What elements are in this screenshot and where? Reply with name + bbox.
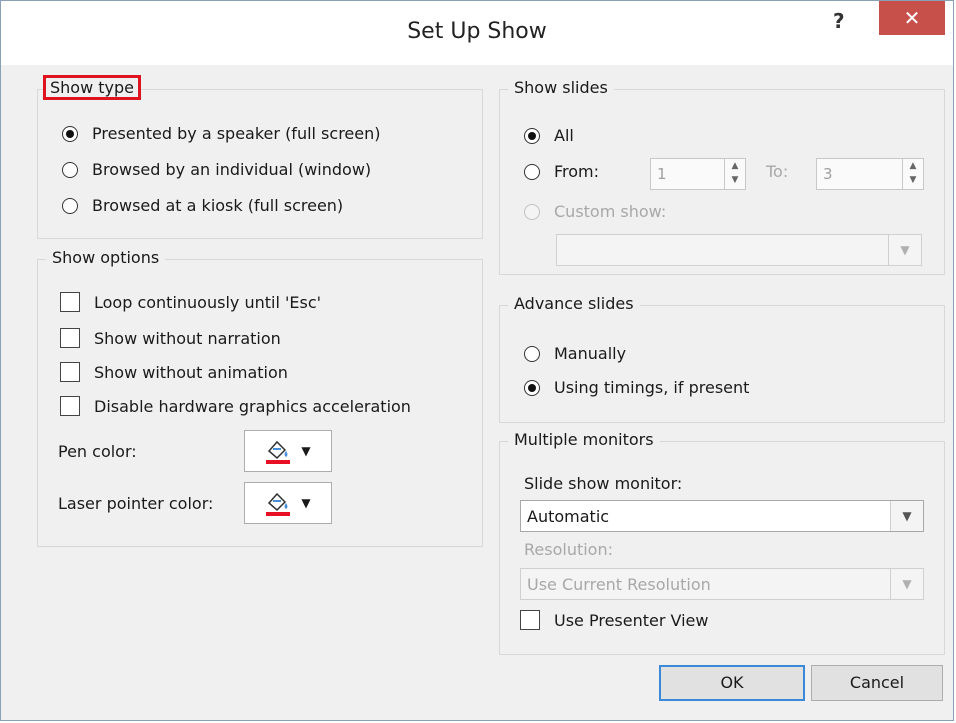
radio-label: From: [554, 162, 600, 181]
radio-manually[interactable]: Manually [524, 344, 626, 363]
radio-custom-show[interactable]: Custom show: [524, 202, 666, 221]
spinner-arrows[interactable]: ▲ ▼ [724, 159, 745, 189]
laser-color-button[interactable]: ▼ [244, 482, 332, 524]
checkbox-label: Use Presenter View [554, 610, 709, 630]
radio-indicator[interactable] [524, 127, 540, 144]
checkbox-presenter-view[interactable]: Use Presenter View [520, 610, 708, 630]
checkbox-without-animation[interactable]: Show without animation [60, 362, 288, 382]
show-options-legend: Show options [46, 248, 166, 267]
radio-indicator[interactable] [524, 163, 540, 180]
checkbox-box[interactable] [60, 292, 80, 312]
to-label: To: [766, 162, 789, 181]
cancel-button[interactable]: Cancel [811, 665, 943, 701]
radio-indicator[interactable] [524, 345, 540, 362]
dialog-title: Set Up Show [407, 19, 547, 44]
show-options-group: Show options Loop continuously until 'Es… [37, 248, 483, 547]
radio-presented-by-speaker[interactable]: Presented by a speaker (full screen) [62, 124, 380, 143]
slide-show-monitor-select[interactable]: Automatic ▼ [520, 500, 924, 532]
show-type-group: Show type Presented by a speaker (full s… [37, 75, 483, 239]
checkbox-disable-hw-acceleration[interactable]: Disable hardware graphics acceleration [60, 396, 411, 416]
radio-label: Manually [554, 344, 627, 363]
radio-indicator[interactable] [524, 379, 540, 396]
resolution-select[interactable]: Use Current Resolution ▼ [520, 568, 924, 600]
custom-show-select[interactable]: ▼ [556, 234, 922, 266]
radio-using-timings[interactable]: Using timings, if present [524, 378, 749, 397]
show-slides-legend: Show slides [508, 78, 614, 97]
checkbox-label: Show without narration [94, 328, 281, 348]
paint-bucket-icon [266, 440, 291, 464]
advance-slides-group: Advance slides Manually Using timings, i… [499, 294, 945, 423]
checkbox-loop-continuously[interactable]: Loop continuously until 'Esc' [60, 292, 321, 312]
pen-color-swatch [266, 460, 291, 464]
checkbox-label: Disable hardware graphics acceleration [94, 396, 411, 416]
radio-label: Using timings, if present [554, 378, 750, 397]
radio-all-slides[interactable]: All [524, 126, 574, 145]
title-bar: Set Up Show ? ✕ [1, 1, 953, 65]
chevron-down-icon: ▼ [890, 569, 923, 599]
to-value: 3 [823, 165, 833, 183]
radio-browsed-at-kiosk[interactable]: Browsed at a kiosk (full screen) [62, 196, 343, 215]
radio-indicator[interactable] [524, 203, 540, 220]
checkbox-without-narration[interactable]: Show without narration [60, 328, 281, 348]
show-type-legend: Show type [43, 75, 141, 100]
show-slides-group: Show slides All From: 1 ▲ ▼ To: 3 ▲ ▼ Cust… [499, 78, 945, 275]
paint-bucket-icon [266, 492, 291, 516]
radio-label: Custom show: [554, 202, 667, 221]
checkbox-label: Loop continuously until 'Esc' [94, 292, 322, 312]
from-value: 1 [657, 165, 667, 183]
slide-show-monitor-label: Slide show monitor: [524, 474, 683, 493]
radio-indicator[interactable] [62, 125, 78, 142]
radio-label: Presented by a speaker (full screen) [92, 124, 381, 143]
checkbox-box[interactable] [60, 396, 80, 416]
help-button[interactable]: ? [833, 9, 845, 33]
radio-from-slides[interactable]: From: [524, 162, 599, 181]
multiple-monitors-legend: Multiple monitors [508, 430, 660, 449]
radio-label: Browsed at a kiosk (full screen) [92, 196, 344, 215]
checkbox-box[interactable] [60, 362, 80, 382]
radio-indicator[interactable] [62, 161, 78, 178]
chevron-down-icon: ▼ [888, 235, 921, 265]
chevron-down-icon: ▼ [301, 444, 311, 458]
advance-slides-legend: Advance slides [508, 294, 640, 313]
monitor-value: Automatic [527, 507, 610, 526]
pen-color-button[interactable]: ▼ [244, 430, 332, 472]
resolution-label: Resolution: [524, 540, 613, 559]
from-spinner[interactable]: 1 ▲ ▼ [650, 158, 746, 190]
pen-color-label: Pen color: [58, 442, 137, 461]
resolution-value: Use Current Resolution [527, 575, 711, 594]
spinner-arrows[interactable]: ▲ ▼ [902, 159, 923, 189]
checkbox-box[interactable] [520, 610, 540, 630]
set-up-show-dialog: Set Up Show ? ✕ Show type Presented by a… [0, 0, 954, 721]
radio-label: Browsed by an individual (window) [92, 160, 372, 179]
checkbox-label: Show without animation [94, 362, 288, 382]
laser-color-swatch [266, 512, 291, 516]
to-spinner[interactable]: 3 ▲ ▼ [816, 158, 924, 190]
ok-button[interactable]: OK [659, 665, 805, 701]
close-button[interactable]: ✕ [879, 1, 945, 35]
radio-browsed-by-individual[interactable]: Browsed by an individual (window) [62, 160, 371, 179]
radio-indicator[interactable] [62, 197, 78, 214]
laser-color-label: Laser pointer color: [58, 494, 214, 513]
checkbox-box[interactable] [60, 328, 80, 348]
multiple-monitors-group: Multiple monitors Slide show monitor: Au… [499, 430, 945, 655]
chevron-down-icon: ▼ [890, 501, 923, 531]
chevron-down-icon: ▼ [301, 496, 311, 510]
radio-label: All [554, 126, 574, 145]
